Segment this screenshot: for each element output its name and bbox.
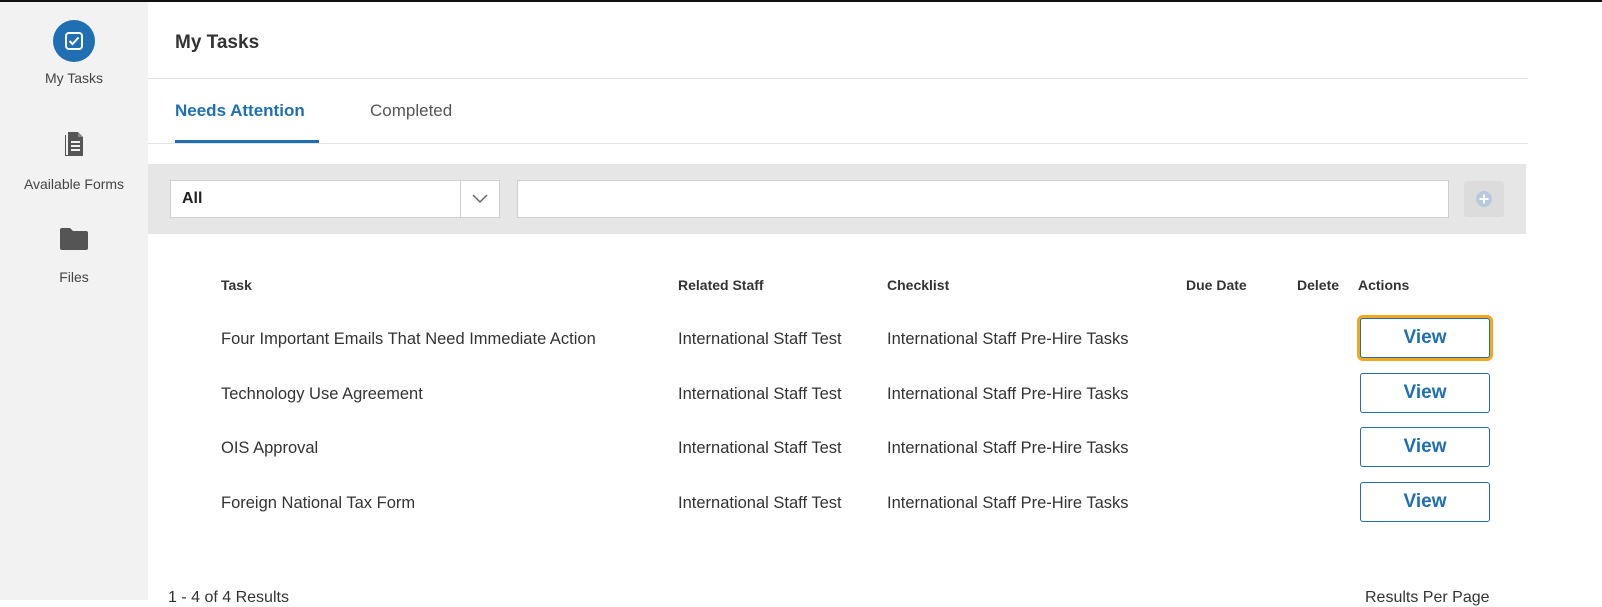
chevron-down-icon[interactable] (461, 194, 499, 204)
tab-needs-attention[interactable]: Needs Attention (175, 101, 305, 121)
related-staff: International Staff Test (678, 330, 842, 348)
main-content: My Tasks Needs Attention Completed All T… (148, 2, 1602, 606)
search-input[interactable] (517, 180, 1449, 218)
add-filter-button[interactable] (1464, 181, 1504, 217)
related-staff: International Staff Test (678, 385, 842, 403)
sidebar-item-label: Files (59, 269, 89, 285)
results-count: 1 - 4 of 4 Results (168, 589, 289, 606)
checklist-name: International Staff Pre-Hire Tasks (887, 330, 1129, 348)
checklist-name: International Staff Pre-Hire Tasks (887, 439, 1129, 457)
document-icon (64, 132, 83, 157)
sidebar-item-label: Available Forms (23, 176, 125, 192)
task-name: Technology Use Agreement (221, 385, 423, 403)
tabs-divider (148, 143, 1528, 144)
related-staff: International Staff Test (678, 494, 842, 512)
column-header-task: Task (221, 277, 252, 293)
sidebar-item-available-forms[interactable]: Available Forms (0, 132, 148, 192)
related-staff: International Staff Test (678, 439, 842, 457)
table-row: Technology Use Agreement International S… (148, 373, 1528, 427)
table-row: Four Important Emails That Need Immediat… (148, 318, 1528, 372)
view-button[interactable]: View (1360, 318, 1490, 358)
page-title: My Tasks (175, 32, 260, 53)
column-header-delete: Delete (1297, 277, 1340, 293)
sidebar-item-my-tasks[interactable]: My Tasks (0, 20, 148, 86)
checklist-name: International Staff Pre-Hire Tasks (887, 385, 1129, 403)
sidebar-item-files[interactable]: Files (0, 228, 148, 285)
column-header-checklist: Checklist (887, 277, 950, 293)
sidebar-item-label: My Tasks (44, 70, 104, 86)
view-button[interactable]: View (1360, 427, 1490, 467)
filter-bar: All (148, 164, 1526, 234)
plus-circle-icon (1476, 191, 1492, 207)
view-button[interactable]: View (1360, 373, 1490, 413)
filter-select[interactable]: All (170, 180, 500, 218)
folder-icon (60, 228, 88, 250)
filter-select-value: All (182, 190, 203, 207)
column-header-related-staff: Related Staff (678, 277, 764, 293)
checkbox-icon (53, 20, 95, 62)
results-per-page-label: Results Per Page (1365, 589, 1490, 606)
table-row: OIS Approval International Staff Test In… (148, 427, 1528, 481)
table-row: Foreign National Tax Form International … (148, 482, 1528, 536)
title-divider (148, 78, 1528, 79)
tab-completed[interactable]: Completed (370, 101, 452, 121)
column-header-actions: Actions (1358, 277, 1410, 293)
checklist-name: International Staff Pre-Hire Tasks (887, 494, 1129, 512)
sidebar: My Tasks Available Forms Files (0, 2, 148, 600)
view-button[interactable]: View (1360, 482, 1490, 522)
task-name: Foreign National Tax Form (221, 494, 416, 512)
task-name: OIS Approval (221, 439, 319, 457)
task-name: Four Important Emails That Need Immediat… (221, 330, 596, 348)
column-header-due-date: Due Date (1186, 277, 1247, 293)
